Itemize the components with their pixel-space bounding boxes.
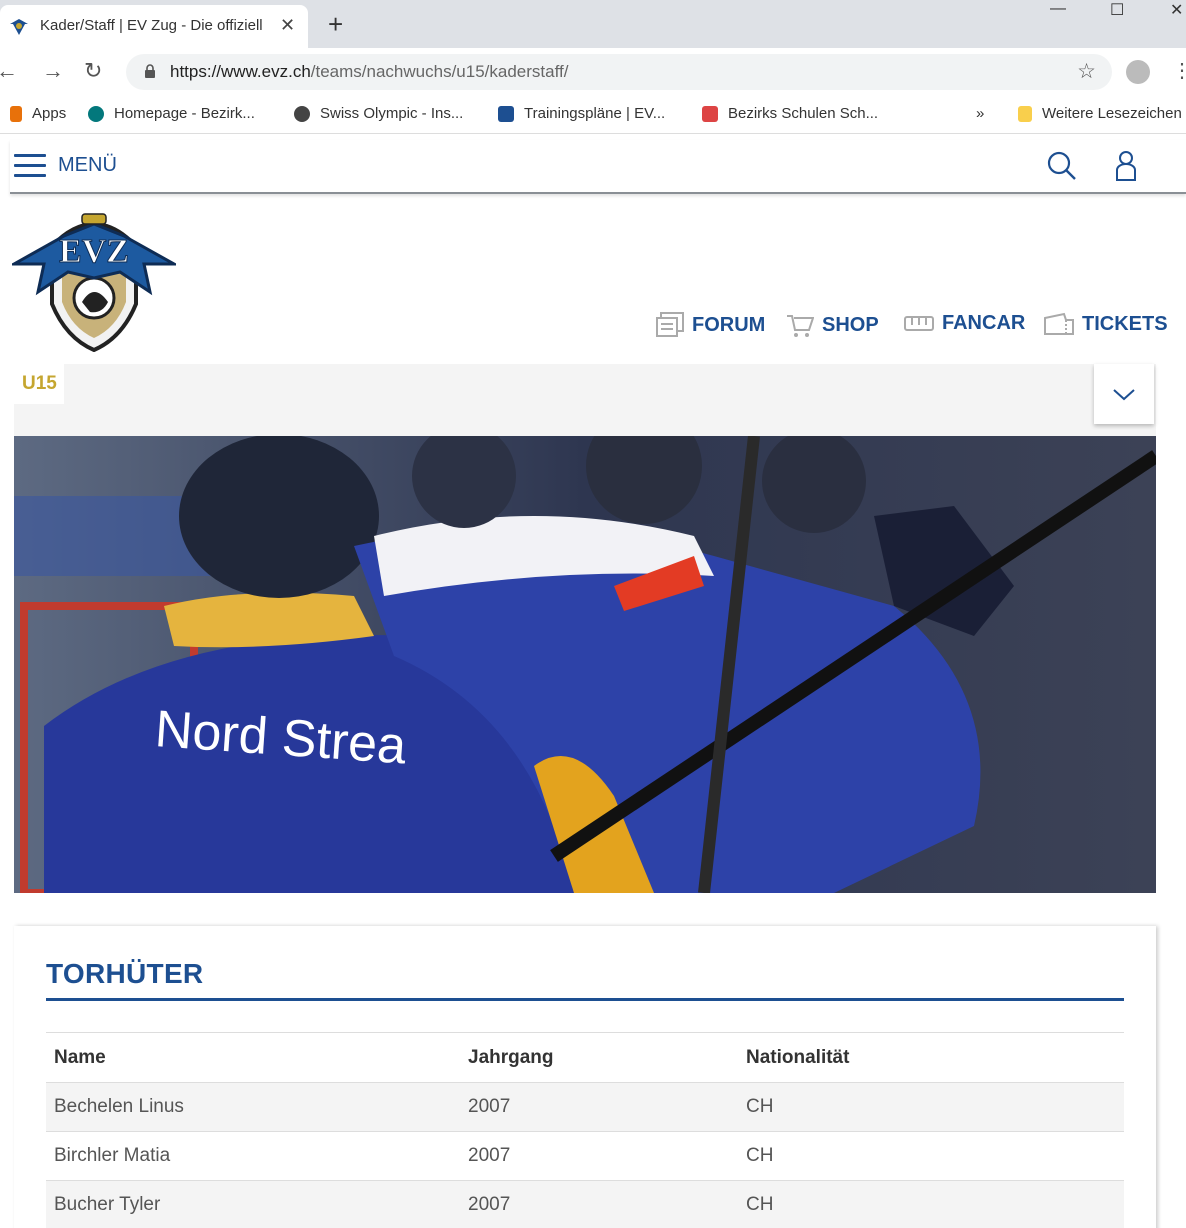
minimize-window-button[interactable]: —: [1050, 0, 1066, 18]
team-subnav: U15: [14, 364, 1156, 436]
bookmark-homepage-bezirk[interactable]: Homepage - Bezirk...: [88, 105, 255, 122]
player-year: 2007: [460, 1082, 738, 1132]
roster-table: Name Jahrgang Nationalität Bechelen Linu…: [46, 1032, 1124, 1228]
bookmarks-bar: Apps Homepage - Bezirk... Swiss Olympic …: [0, 96, 1186, 134]
site-navbar: MENÜ: [10, 140, 1186, 194]
other-bookmarks-folder[interactable]: Weitere Lesezeichen: [1018, 105, 1182, 122]
lock-icon: [145, 64, 155, 78]
bookmark-trainingsplaene[interactable]: Trainingspläne | EV...: [498, 105, 665, 122]
evz-logo[interactable]: EVZ: [12, 206, 176, 352]
hero-team-photo: Nord Strea: [14, 436, 1156, 893]
folder-icon: [1018, 105, 1032, 122]
team-dropdown-button[interactable]: [1094, 364, 1154, 424]
address-bar[interactable]: https://www.evz.ch/teams/nachwuchs/u15/k…: [126, 54, 1112, 90]
evz-favicon-icon: [10, 19, 28, 35]
bookmark-label: Weitere Lesezeichen: [1042, 105, 1182, 122]
bookmark-bezirks-schulen[interactable]: Bezirks Schulen Sch...: [702, 105, 878, 122]
roster-header-row: Name Jahrgang Nationalität: [46, 1032, 1124, 1083]
browser-tab-strip: Kader/Staff | EV Zug - Die offiziell ✕ +…: [0, 0, 1186, 48]
quicklink-fancar[interactable]: FANCAR: [904, 312, 1025, 335]
browser-toolbar: ← → ↻ https://www.evz.ch/teams/nachwuchs…: [0, 48, 1186, 96]
reload-icon[interactable]: ↻: [84, 58, 102, 84]
back-arrow-icon[interactable]: ←: [0, 58, 18, 84]
forward-arrow-icon[interactable]: →: [42, 58, 64, 84]
player-name: Bucher Tyler: [46, 1180, 460, 1228]
menu-button[interactable]: MENÜ: [58, 154, 117, 177]
ticket-icon: [1044, 312, 1074, 335]
user-account-icon[interactable]: [1114, 150, 1138, 182]
browser-menu-icon[interactable]: ⋮: [1172, 58, 1186, 83]
forum-icon: [656, 312, 684, 337]
column-header-jahrgang[interactable]: Jahrgang: [460, 1032, 738, 1083]
url-path: /teams/nachwuchs/u15/kaderstaff/: [310, 62, 569, 81]
player-year: 2007: [460, 1131, 738, 1181]
apps-grid-icon: [10, 105, 22, 122]
bus-icon: [904, 315, 934, 331]
tab-title: Kader/Staff | EV Zug - Die offiziell: [40, 17, 263, 34]
tab-close-icon[interactable]: ✕: [280, 15, 295, 36]
table-row[interactable]: Bechelen Linus 2007 CH: [46, 1082, 1124, 1132]
column-header-name[interactable]: Name: [46, 1032, 460, 1083]
team-celebration-photo: Nord Strea: [14, 436, 1156, 893]
table-row[interactable]: Birchler Matia 2007 CH: [46, 1131, 1124, 1181]
bookmarks-overflow-button[interactable]: »: [976, 105, 984, 122]
quicklink-label: FANCAR: [942, 312, 1026, 334]
player-year: 2007: [460, 1180, 738, 1228]
bookmark-label: Apps: [32, 105, 67, 122]
bookmark-swiss-olympic[interactable]: Swiss Olympic - Ins...: [294, 105, 463, 122]
close-window-button[interactable]: ✕: [1170, 0, 1183, 20]
bookmark-star-icon[interactable]: ☆: [1077, 59, 1096, 84]
player-name: Bechelen Linus: [46, 1082, 460, 1132]
svg-text:EVZ: EVZ: [59, 233, 129, 270]
roster-card: TORHÜTER Name Jahrgang Nationalität Bech…: [14, 926, 1156, 1228]
player-nationality: CH: [738, 1180, 1124, 1228]
player-nationality: CH: [738, 1082, 1124, 1132]
quicklink-forum[interactable]: FORUM: [656, 312, 765, 338]
quicklink-tickets[interactable]: TICKETS: [1044, 312, 1168, 336]
quicklink-label: TICKETS: [1082, 312, 1168, 335]
evz-favicon-icon: [498, 105, 514, 122]
column-header-nationalitaet[interactable]: Nationalität: [738, 1032, 1124, 1083]
quicklink-label: SHOP: [822, 313, 879, 336]
quicklink-shop[interactable]: SHOP: [786, 312, 879, 338]
school-favicon-icon: [702, 105, 718, 122]
globe-icon: [294, 105, 310, 122]
table-row[interactable]: Bucher Tyler 2007 CH: [46, 1180, 1124, 1228]
team-label: U15: [14, 364, 64, 404]
new-tab-button[interactable]: +: [328, 9, 343, 40]
hamburger-menu-icon[interactable]: [14, 154, 46, 178]
player-name: Birchler Matia: [46, 1131, 460, 1181]
bookmark-label: Swiss Olympic - Ins...: [320, 105, 464, 122]
browser-tab-active[interactable]: Kader/Staff | EV Zug - Die offiziell ✕: [0, 5, 308, 48]
sharepoint-icon: [88, 105, 104, 122]
url-host: https://www.evz.ch: [170, 62, 311, 81]
cart-icon: [787, 315, 814, 337]
bookmark-apps[interactable]: Apps: [10, 105, 66, 122]
player-nationality: CH: [738, 1131, 1124, 1181]
maximize-window-button[interactable]: ☐: [1110, 0, 1124, 20]
search-icon[interactable]: [1046, 150, 1078, 182]
section-divider: [46, 998, 1124, 1001]
quicklink-label: FORUM: [692, 313, 766, 336]
section-title-goalies: TORHÜTER: [46, 958, 204, 989]
bookmark-label: Bezirks Schulen Sch...: [728, 105, 879, 122]
profile-avatar-icon[interactable]: [1126, 60, 1150, 84]
chevron-down-icon: [1113, 389, 1135, 401]
bookmark-label: Trainingspläne | EV...: [524, 105, 666, 122]
bookmark-label: Homepage - Bezirk...: [114, 105, 255, 122]
url-text: https://www.evz.ch/teams/nachwuchs/u15/k…: [170, 62, 568, 82]
